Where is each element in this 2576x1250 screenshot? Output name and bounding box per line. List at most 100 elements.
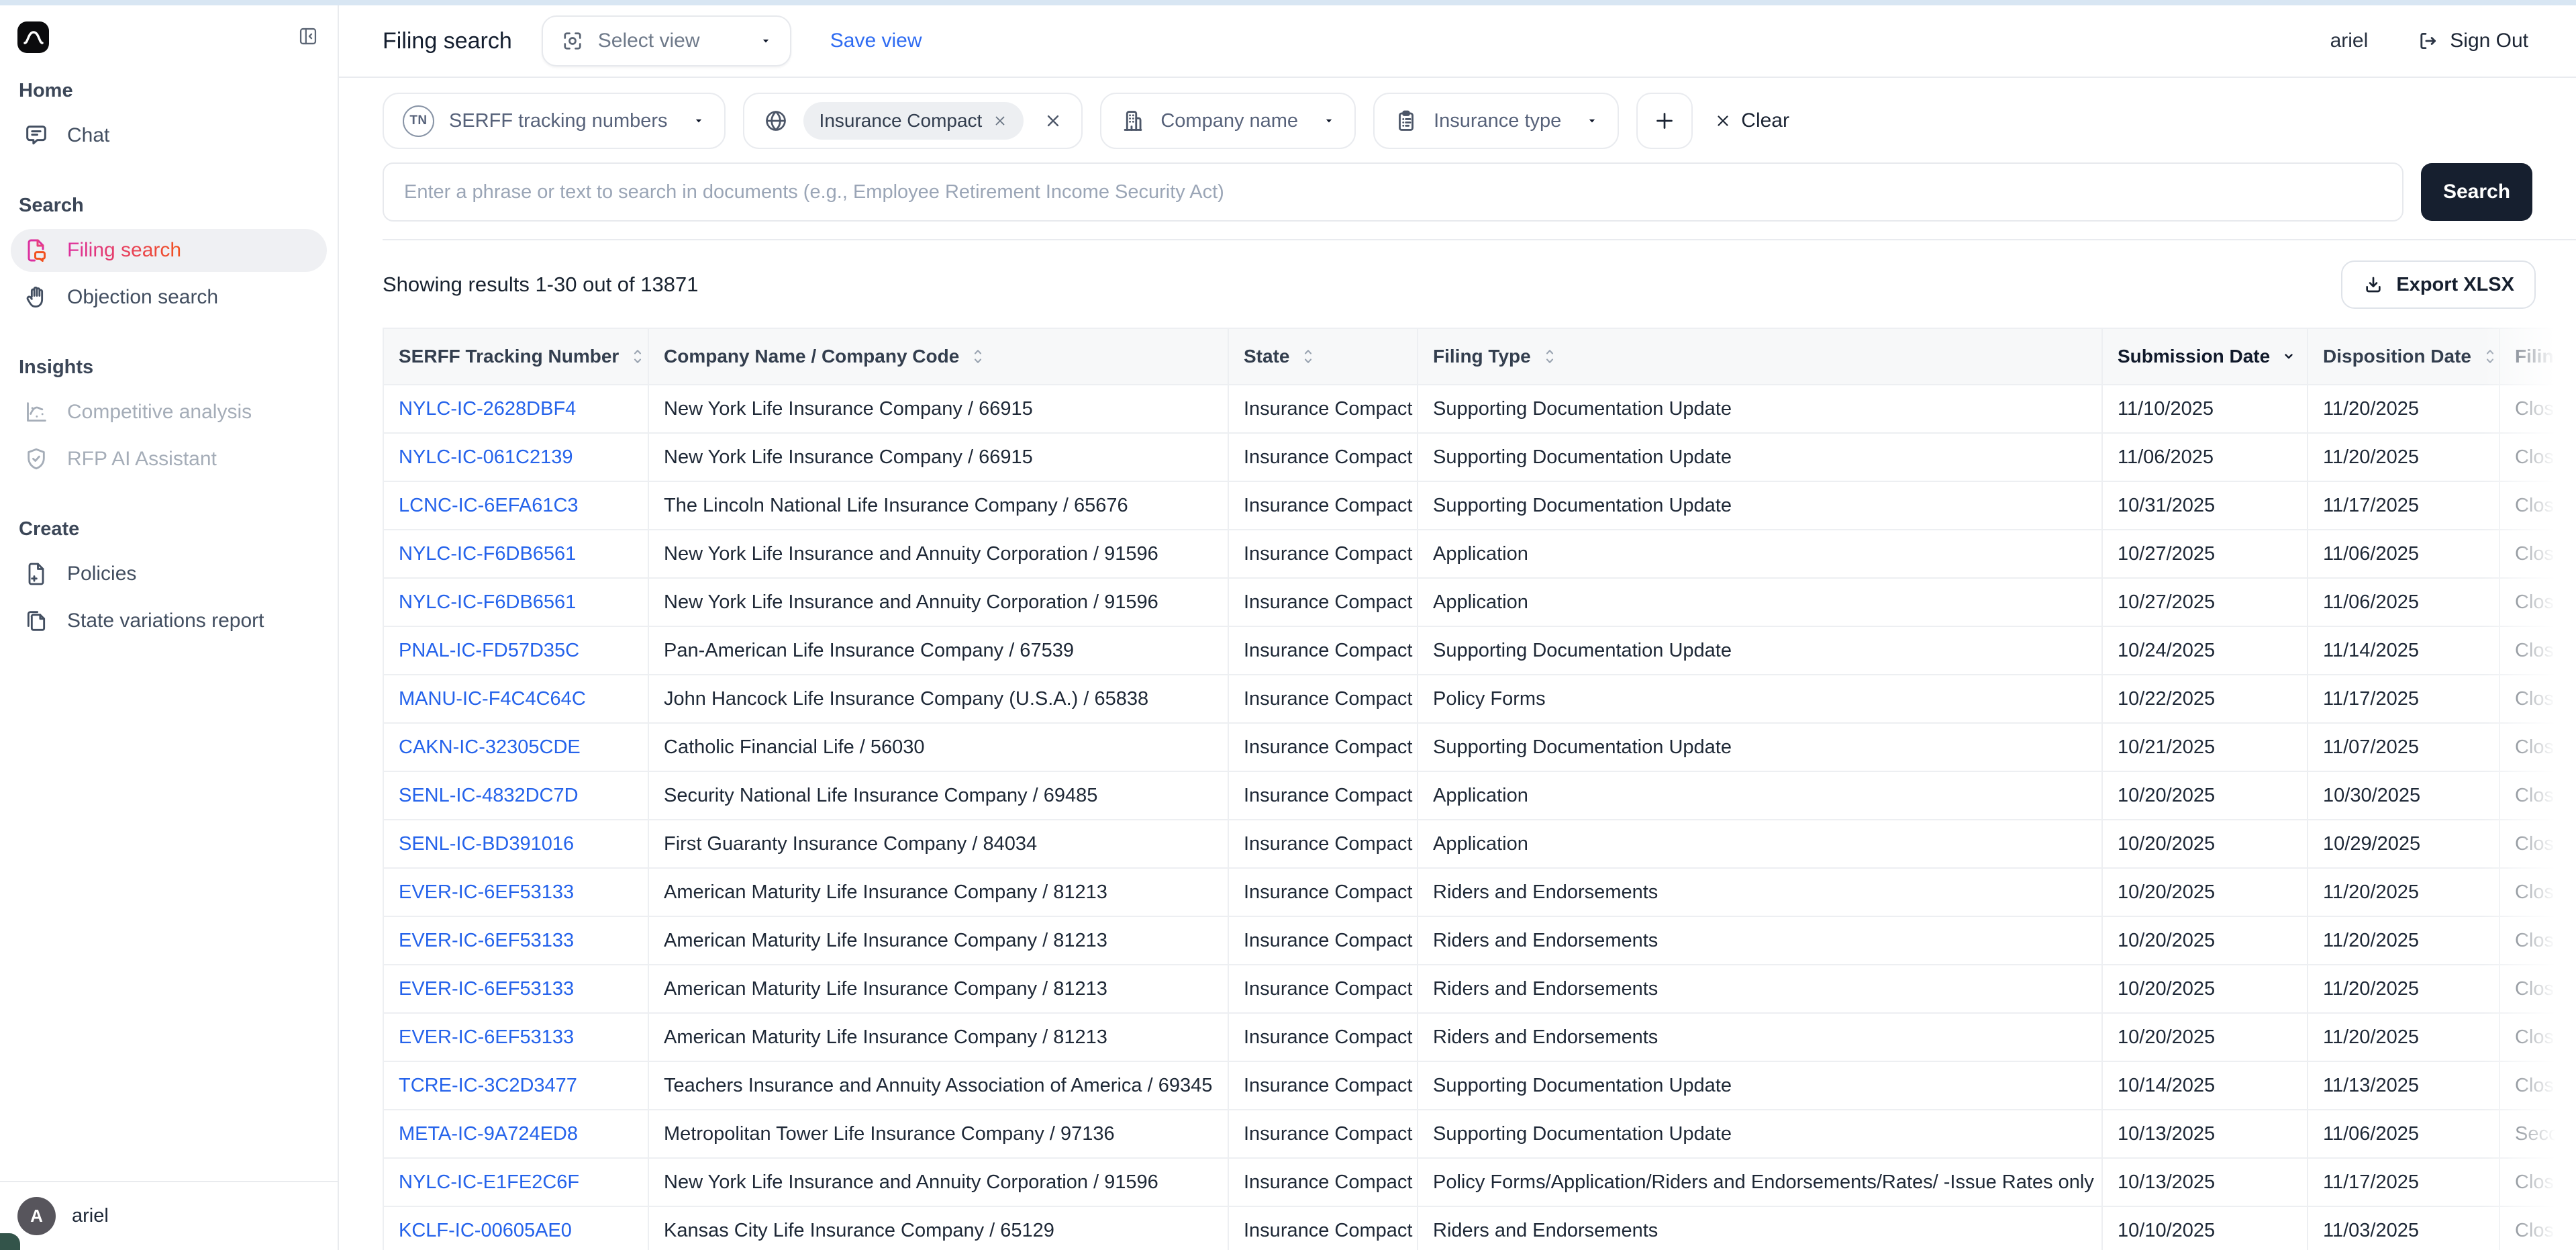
tracking-number-link[interactable]: NYLC-IC-F6DB6561 (399, 543, 576, 565)
table-row[interactable]: CAKN-IC-32305CDE Catholic Financial Life … (383, 723, 2576, 771)
cell-filing_type: Riders and Endorsements (1418, 916, 2102, 965)
filter-chip-company-name[interactable]: Company name (1100, 93, 1356, 149)
sidebar-item-objection-search[interactable]: Objection search (11, 276, 327, 319)
tracking-number-link[interactable]: EVER-IC-6EF53133 (399, 930, 574, 951)
select-view-dropdown[interactable]: Select view (542, 15, 791, 66)
add-filter-button[interactable] (1636, 93, 1693, 149)
cell-state: Insurance Compact (1228, 868, 1418, 916)
cell-filing_type: Application (1418, 578, 2102, 626)
tracking-number-link[interactable]: PNAL-IC-FD57D35C (399, 640, 579, 661)
cell-disposition: 11/20/2025 (2308, 916, 2499, 965)
column-header-filing-type[interactable]: Filing Type (1418, 328, 2102, 385)
cell-state: Insurance Compact (1228, 916, 1418, 965)
column-label: SERFF Tracking Number (399, 346, 619, 367)
table-row[interactable]: PNAL-IC-FD57D35CPan-American Life Insura… (383, 626, 2576, 675)
clear-state-filter-icon[interactable] (1044, 111, 1062, 130)
table-row[interactable]: SENL-IC-BD391016First Guaranty Insurance… (383, 820, 2576, 868)
filter-chip-insurance-type[interactable]: Insurance type (1373, 93, 1619, 149)
column-label: Submission Date (2118, 346, 2270, 367)
download-icon (2363, 274, 2384, 295)
filter-chip-state[interactable]: Insurance Compact (743, 93, 1083, 149)
search-input[interactable] (383, 162, 2404, 222)
cell-filing_type: Policy Forms/Application/Riders and Endo… (1418, 1158, 2102, 1206)
tracking-number-link[interactable]: TCRE-IC-3C2D3477 (399, 1075, 577, 1096)
table-row[interactable]: LCNC-IC-6EFA61C3The Lincoln National Lif… (383, 481, 2576, 530)
column-header-filing[interactable]: Filing (2499, 328, 2576, 385)
column-header-submission-date[interactable]: Submission Date (2102, 328, 2308, 385)
sidebar-item-label: Filing search (67, 239, 181, 262)
sidebar-item-filing-search[interactable]: Filing search (11, 229, 327, 272)
table-row[interactable]: MANU-IC-F4C4C64C John Hancock Life Insura… (383, 675, 2576, 723)
cell-company: Catholic Financial Life / 56030 (648, 723, 1228, 771)
tracking-number-link[interactable]: LCNC-IC-6EFA61C3 (399, 495, 579, 516)
column-header-company-name-company-code[interactable]: Company Name / Company Code (648, 328, 1228, 385)
sidebar-item-chat[interactable]: Chat (11, 114, 327, 157)
tracking-number-link[interactable]: NYLC-IC-2628DBF4 (399, 398, 576, 420)
tracking-number-link[interactable]: NYLC-IC-E1FE2C6F (399, 1171, 579, 1193)
sign-out-button[interactable]: Sign Out (2412, 29, 2532, 53)
table-row[interactable]: EVER-IC-6EF53133American Maturity Life I… (383, 916, 2576, 965)
save-view-link[interactable]: Save view (830, 30, 922, 52)
tracking-number-link[interactable]: SENL-IC-BD391016 (399, 833, 574, 855)
cell-state: Insurance Compact (1228, 1206, 1418, 1250)
tracking-number-link[interactable]: EVER-IC-6EF53133 (399, 978, 574, 1000)
table-row[interactable]: NYLC-IC-F6DB6561New York Life Insurance … (383, 578, 2576, 626)
sidebar: HomeChatSearchFiling searchObjection sea… (0, 5, 339, 1250)
cell-submission: 10/20/2025 (2102, 771, 2308, 820)
cell-state: Insurance Compact (1228, 578, 1418, 626)
tracking-number-link[interactable]: CAKN-IC-32305CDE (399, 736, 581, 758)
table-row[interactable]: META-IC-9A724ED8Metropolitan Tower Life … (383, 1110, 2576, 1158)
cell-submission: 10/20/2025 (2102, 868, 2308, 916)
tracking-number-link[interactable]: EVER-IC-6EF53133 (399, 881, 574, 903)
building-icon (1120, 108, 1146, 134)
cell-tracking: SENL-IC-BD391016 (383, 820, 648, 868)
remove-state-value-icon[interactable] (993, 113, 1007, 128)
column-header-disposition-date[interactable]: Disposition Date (2308, 328, 2499, 385)
table-row[interactable]: KCLF-IC-00605AE0Kansas City Life Insuran… (383, 1206, 2576, 1250)
table-row[interactable]: SENL-IC-4832DC7DSecurity National Life I… (383, 771, 2576, 820)
sidebar-item-rfp-ai-assistant[interactable]: RFP AI Assistant (11, 438, 327, 481)
tracking-number-link[interactable]: NYLC-IC-061C2139 (399, 446, 573, 468)
table-row[interactable]: TCRE-IC-3C2D3477Teachers Insurance and A… (383, 1061, 2576, 1110)
sidebar-collapse-button[interactable] (297, 26, 319, 49)
cell-filing_type: Riders and Endorsements (1418, 965, 2102, 1013)
cell-status: Close (2499, 385, 2576, 433)
table-row[interactable]: EVER-IC-6EF53133American Maturity Life I… (383, 1013, 2576, 1061)
table-row[interactable]: EVER-IC-6EF53133American Maturity Life I… (383, 965, 2576, 1013)
cell-filing_type: Supporting Documentation Update (1418, 433, 2102, 481)
search-button[interactable]: Search (2421, 163, 2532, 221)
cell-filing_type: Riders and Endorsements (1418, 1206, 2102, 1250)
table-row[interactable]: NYLC-IC-E1FE2C6FNew York Life Insurance … (383, 1158, 2576, 1206)
tracking-number-link[interactable]: MANU-IC-F4C4C64C (399, 688, 586, 710)
sidebar-item-label: Policies (67, 563, 136, 585)
cell-status: Close (2499, 723, 2576, 771)
sidebar-item-state-variations-report[interactable]: State variations report (11, 599, 327, 642)
table-row[interactable]: NYLC-IC-2628DBF4New York Life Insurance … (383, 385, 2576, 433)
tracking-number-link[interactable]: KCLF-IC-00605AE0 (399, 1220, 572, 1241)
filter-chip-serff-tracking[interactable]: TN SERFF tracking numbers (383, 93, 726, 149)
table-row[interactable]: EVER-IC-6EF53133American Maturity Life I… (383, 868, 2576, 916)
table-row[interactable]: NYLC-IC-F6DB6561New York Life Insurance … (383, 530, 2576, 578)
clear-filters-button[interactable]: Clear (1710, 109, 1793, 133)
sidebar-item-policies[interactable]: Policies (11, 552, 327, 595)
sign-out-label: Sign Out (2450, 30, 2528, 52)
cell-filing_type: Supporting Documentation Update (1418, 1061, 2102, 1110)
tracking-number-link[interactable]: EVER-IC-6EF53133 (399, 1026, 574, 1048)
cell-tracking: NYLC-IC-F6DB6561 (383, 530, 648, 578)
cell-tracking: EVER-IC-6EF53133 (383, 916, 648, 965)
sidebar-user-row[interactable]: A ariel (0, 1181, 338, 1250)
export-xlsx-button[interactable]: Export XLSX (2341, 260, 2536, 309)
column-header-state[interactable]: State (1228, 328, 1418, 385)
cell-submission: 10/13/2025 (2102, 1110, 2308, 1158)
cell-tracking: EVER-IC-6EF53133 (383, 965, 648, 1013)
sidebar-item-competitive-analysis[interactable]: Competitive analysis (11, 391, 327, 434)
sort-icon (2482, 344, 2498, 369)
table-header-row: SERFF Tracking Number Company Name / Comp… (383, 328, 2576, 385)
tracking-number-link[interactable]: SENL-IC-4832DC7D (399, 785, 579, 806)
tracking-number-link[interactable]: NYLC-IC-F6DB6561 (399, 591, 576, 613)
tracking-number-link[interactable]: META-IC-9A724ED8 (399, 1123, 578, 1145)
column-header-serff-tracking-number[interactable]: SERFF Tracking Number (383, 328, 648, 385)
table-row[interactable]: NYLC-IC-061C2139New York Life Insurance … (383, 433, 2576, 481)
cell-company: John Hancock Life Insurance Company (U.S… (648, 675, 1228, 723)
search-row: Search (339, 149, 2576, 222)
